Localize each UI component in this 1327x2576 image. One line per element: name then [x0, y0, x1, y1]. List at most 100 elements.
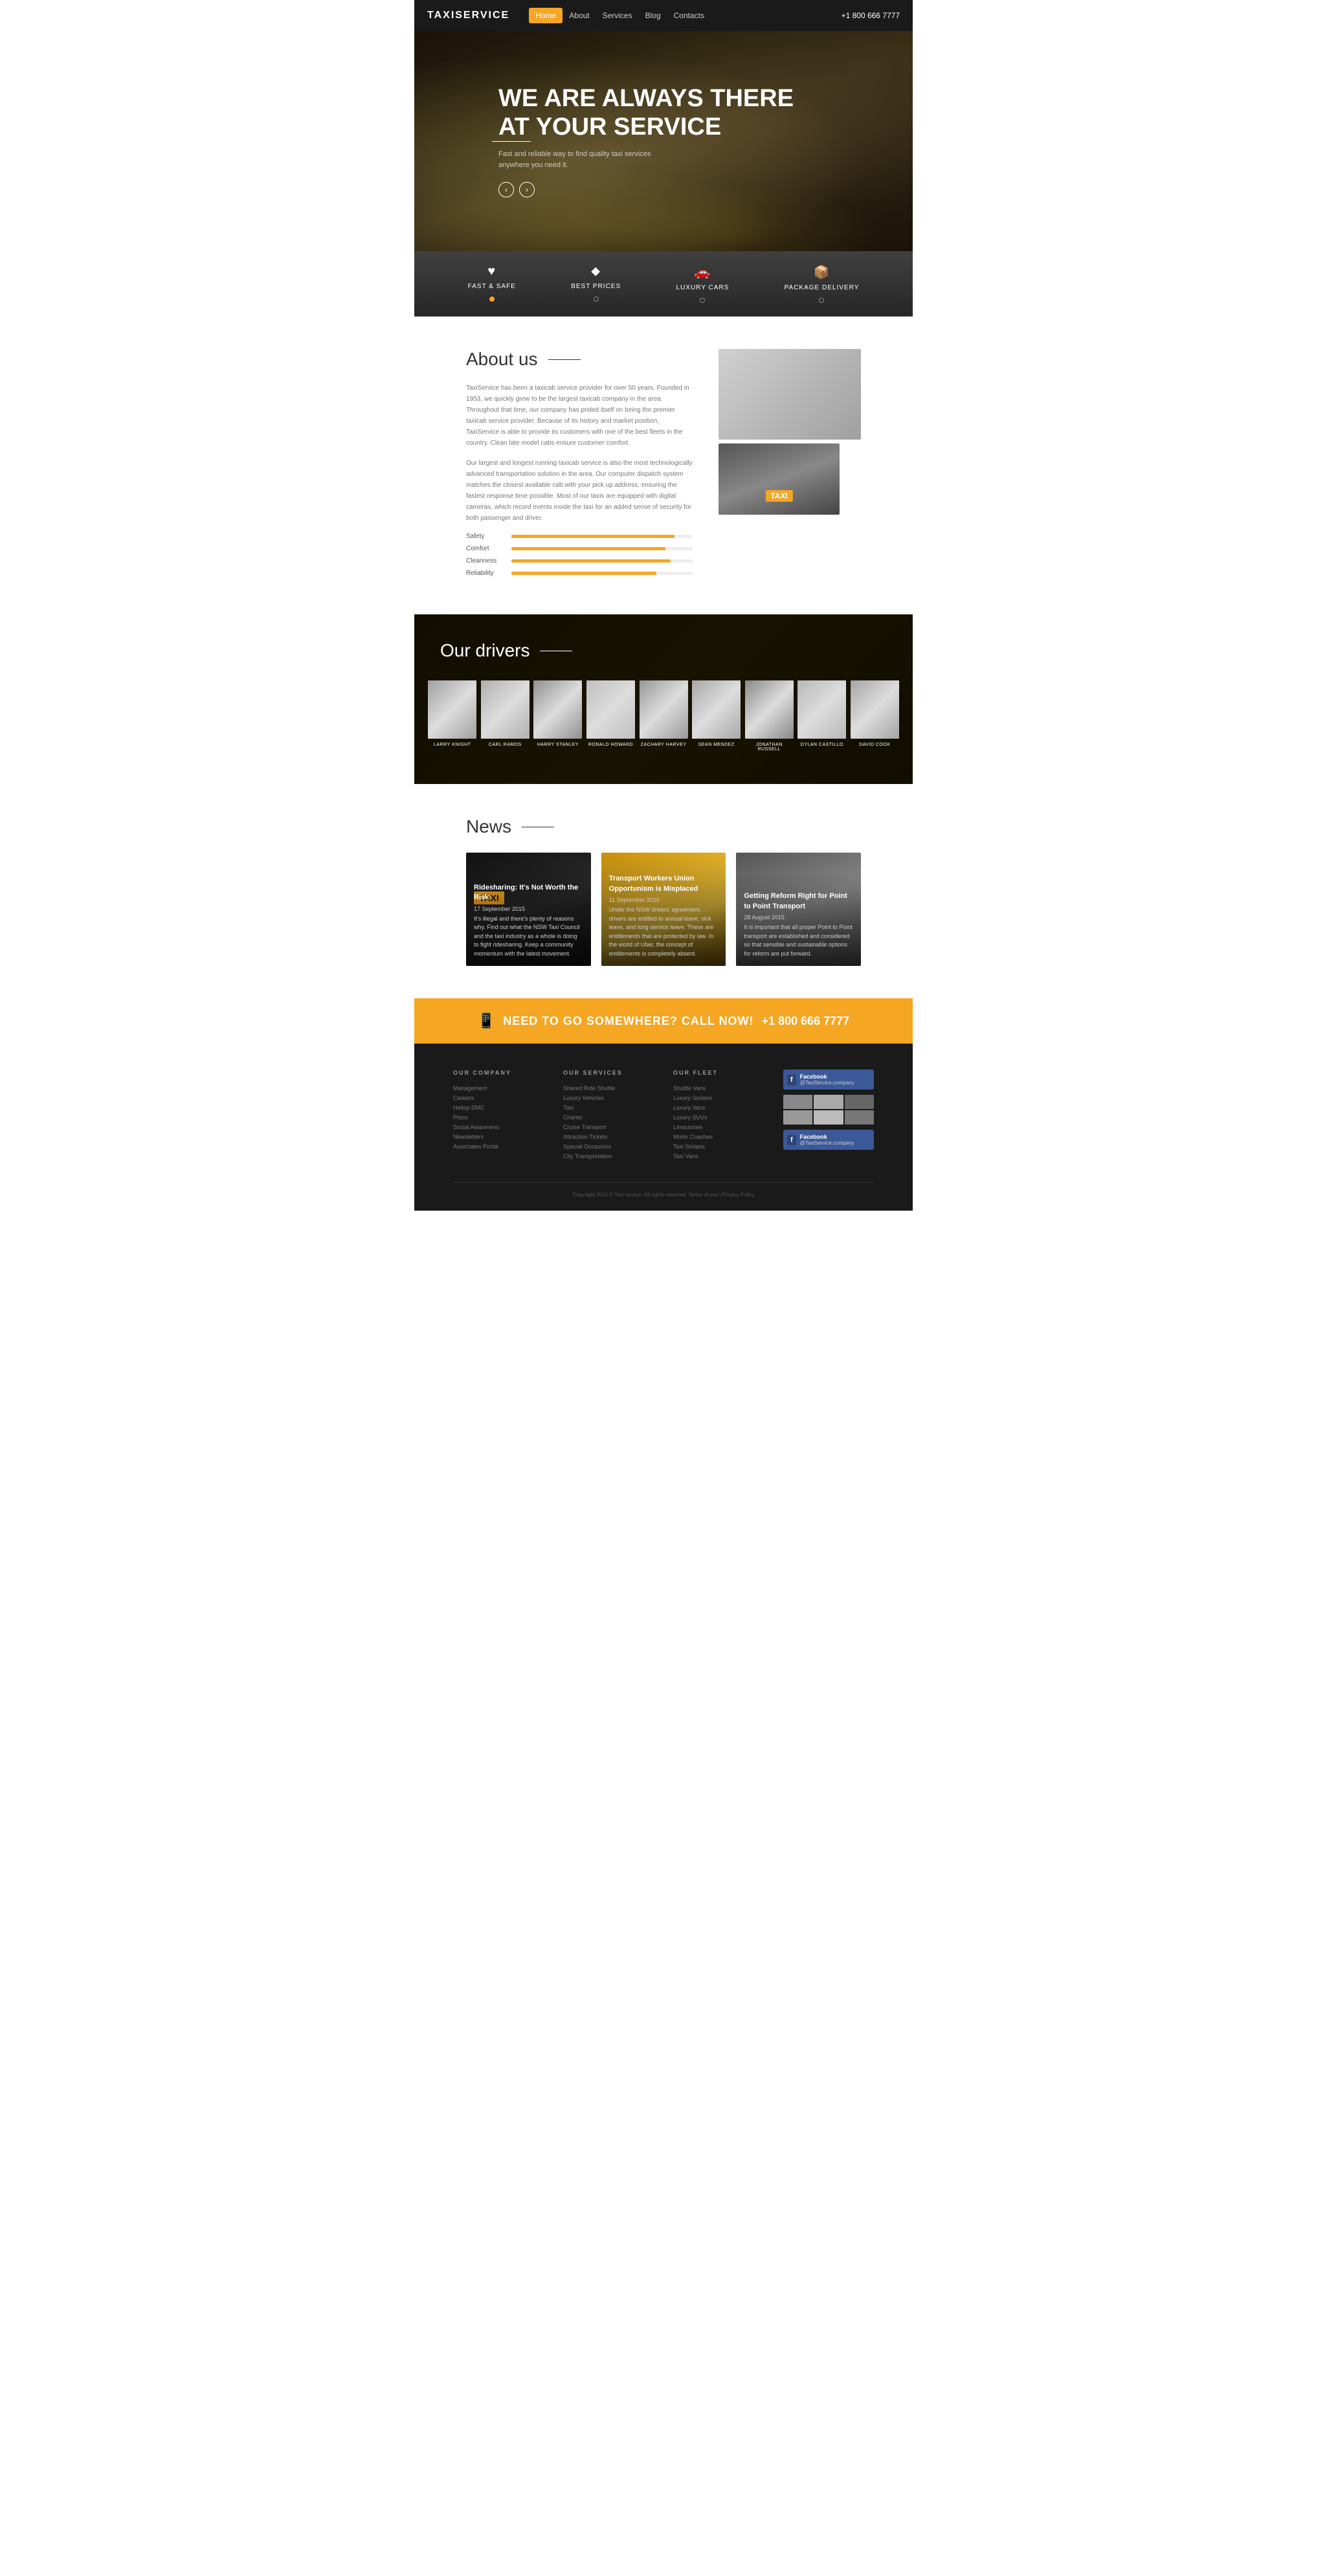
driver-photo: [586, 680, 635, 739]
footer-link[interactable]: Careers: [453, 1095, 544, 1101]
footer-link[interactable]: Social Awareness: [453, 1124, 544, 1130]
fb-logo: f: [787, 1075, 796, 1085]
about-content: About us TaxiService has been a taxicab …: [466, 349, 693, 582]
footer-link[interactable]: Management: [453, 1085, 544, 1092]
feature-icon: 🚗: [694, 264, 711, 280]
footer-link[interactable]: Press: [453, 1114, 544, 1121]
driver-name: JONATHAN RUSSELL: [744, 743, 794, 752]
footer-link[interactable]: Motor Coaches: [673, 1134, 764, 1140]
nav-item-home[interactable]: Home: [529, 8, 563, 23]
driver-photo: [533, 680, 582, 739]
prev-arrow[interactable]: ‹: [498, 182, 514, 197]
footer-link[interactable]: Luxury Vehicles: [563, 1095, 654, 1101]
skill-safety: Safety: [466, 533, 693, 540]
skill-label: Cleanness: [466, 557, 505, 565]
footer-services-heading: OUR SERVICES: [563, 1070, 654, 1076]
driver-name: DAVID COOK: [859, 743, 890, 747]
driver-photo: [640, 680, 688, 739]
fb-photo: [783, 1110, 812, 1125]
cta-phone: +1 800 666 7777: [762, 1014, 850, 1028]
footer-link[interactable]: Helloр DMC: [453, 1104, 544, 1111]
feature-icon: 📦: [813, 264, 830, 280]
skill-track: [511, 535, 693, 538]
driver-name: DYLAN CASTILLO: [801, 743, 843, 747]
footer-link[interactable]: Special Occasions: [563, 1143, 654, 1150]
driver-card-3: RONALD HOWARD: [586, 680, 636, 752]
driver-name: LARRY KNIGHT: [434, 743, 471, 747]
fb-photo: [814, 1095, 843, 1109]
feature-label: BEST PRICES: [571, 283, 621, 290]
news-title: Transport Workers Union Opportunism is M…: [609, 874, 719, 894]
footer-social: f Facebook @TaxiService.company f Facebo…: [783, 1070, 874, 1163]
news-overlay: Getting Reform Right for Point to Point …: [736, 872, 861, 966]
driver-card-7: DYLAN CASTILLO: [797, 680, 847, 752]
news-image: Transport Workers Union Opportunism is M…: [601, 853, 726, 966]
skill-track: [511, 572, 693, 575]
site-header: TAXISERVICE HomeAboutServicesBlogContact…: [414, 0, 913, 31]
skill-label: Safety: [466, 533, 505, 540]
news-grid: TAXI Ridesharing: It's Not Worth the Ris…: [466, 853, 861, 966]
driver-name: CARL RAMOS: [489, 743, 522, 747]
news-title: News: [466, 816, 861, 837]
driver-photo: [481, 680, 530, 739]
footer-link[interactable]: Shared Ride Shuttle: [563, 1085, 654, 1092]
nav-item-services[interactable]: Services: [596, 8, 639, 23]
skill-cleanness: Cleanness: [466, 557, 693, 565]
footer-link[interactable]: Luxury Sedans: [673, 1095, 764, 1101]
cta-icon: 📱: [478, 1013, 495, 1029]
driver-photo: [745, 680, 794, 739]
facebook-widget-2[interactable]: f Facebook @TaxiService.company: [783, 1130, 874, 1150]
news-overlay: Ridesharing: It's Not Worth the Risk 17 …: [466, 864, 591, 966]
footer-link[interactable]: Luxury SUVs: [673, 1114, 764, 1121]
footer-services: OUR SERVICES Shared Ride Shuttle Luxury Ve…: [563, 1070, 654, 1163]
footer-link[interactable]: Taxi Vans: [673, 1153, 764, 1159]
main-nav: HomeAboutServicesBlogContacts: [529, 8, 711, 23]
feature-icon: ♥: [487, 264, 496, 279]
hero-arrows: ‹ ›: [498, 182, 829, 197]
footer-link[interactable]: Charter: [563, 1114, 654, 1121]
nav-item-about[interactable]: About: [563, 8, 596, 23]
footer-link[interactable]: Luxury Vans: [673, 1104, 764, 1111]
facebook-widget[interactable]: f Facebook @TaxiService.company: [783, 1070, 874, 1090]
skill-comfort: Comfort: [466, 545, 693, 552]
footer-fleet: OUR FLEETShuttle VansLuxury SedansLuxury…: [673, 1070, 764, 1163]
hero-subtitle: Fast and reliable way to find quality ta…: [498, 149, 680, 170]
footer-link[interactable]: Shuttle Vans: [673, 1085, 764, 1092]
footer-link[interactable]: Taxi: [563, 1104, 654, 1111]
footer-link[interactable]: Taxi Sedans: [673, 1143, 764, 1150]
driver-card-0: LARRY KNIGHT: [427, 680, 478, 752]
driver-photo: [797, 680, 846, 739]
feature-label: FAST & SAFE: [468, 283, 516, 290]
news-card-2: Getting Reform Right for Point to Point …: [736, 853, 861, 966]
footer-link[interactable]: Limousines: [673, 1124, 764, 1130]
news-image: TAXI Ridesharing: It's Not Worth the Ris…: [466, 853, 591, 966]
fb-info: Facebook @TaxiService.company: [800, 1073, 870, 1086]
fb-logo-2: f: [787, 1135, 796, 1145]
next-arrow[interactable]: ›: [519, 182, 535, 197]
nav-item-blog[interactable]: Blog: [639, 8, 667, 23]
feature-dot: [594, 297, 599, 302]
driver-card-2: HARRY STANLEY: [533, 680, 583, 752]
feature-luxury-cars: 🚗 LUXURY CARS: [676, 264, 729, 303]
feature-icon: ⬥: [591, 264, 601, 279]
footer-link[interactable]: Attraction Tickets: [563, 1134, 654, 1140]
nav-item-contacts[interactable]: Contacts: [667, 8, 711, 23]
news-title: Ridesharing: It's Not Worth the Risk: [474, 883, 583, 903]
news-excerpt: Under the NSW drivers' agreement, driver…: [609, 906, 719, 958]
footer-link[interactable]: City Transportation: [563, 1153, 654, 1159]
site-footer: OUR COMPANYManagementCareersHelloр DMCPr…: [414, 1044, 913, 1211]
cta-text: NEED TO GO SOMEWHERE? CALL NOW!: [503, 1014, 753, 1028]
about-images: TAXI: [719, 349, 861, 515]
footer-link[interactable]: Associates Portal: [453, 1143, 544, 1150]
footer-link[interactable]: Newsletters: [453, 1134, 544, 1140]
news-title: Getting Reform Right for Point to Point …: [744, 891, 853, 912]
footer-link[interactable]: Cruise Transport: [563, 1124, 654, 1130]
skill-reliability: Reliability: [466, 570, 693, 577]
drivers-grid: LARRY KNIGHT CARL RAMOS HARRY STANLEY RO…: [427, 680, 900, 752]
footer-copyright: Copyright 2015 © Taxi service. All right…: [453, 1182, 874, 1198]
driver-name: ZACHARY HARVEY: [641, 743, 687, 747]
features-bar: ♥ FAST & SAFE ⬥ BEST PRICES 🚗 LUXURY CAR…: [414, 251, 913, 316]
fb-info-2: Facebook @TaxiService.company: [800, 1134, 870, 1146]
fb-photo: [783, 1095, 812, 1109]
hero-section: WE ARE ALWAYS THERE AT YOUR SERVICE Fast…: [414, 31, 913, 251]
